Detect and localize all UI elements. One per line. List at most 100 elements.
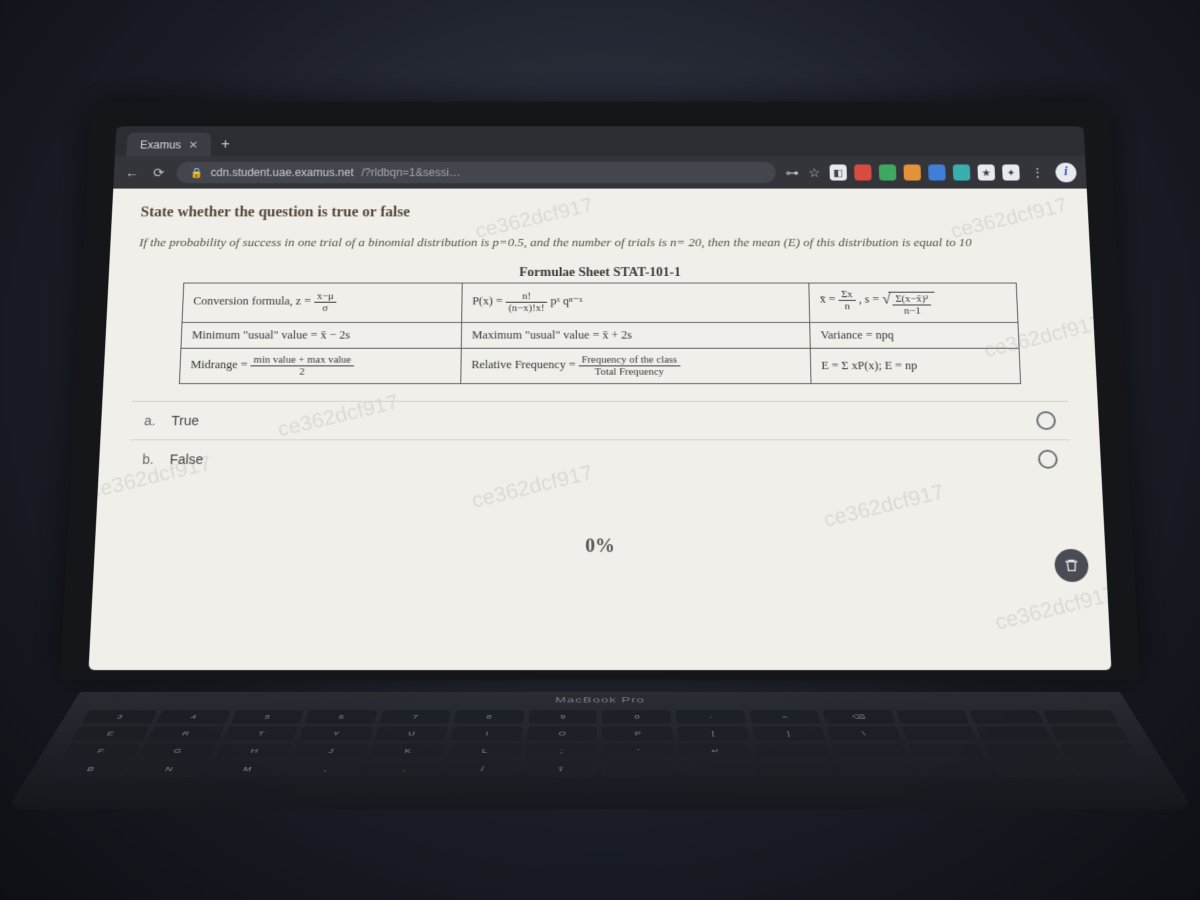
key-icon[interactable]: ⊶	[785, 165, 799, 180]
key: U	[375, 727, 448, 741]
url-path: /?rldbqn=1&sessi…	[361, 166, 460, 178]
key: 8	[454, 710, 524, 723]
formula-sheet-title: Formulae Sheet STAT-101-1	[137, 266, 1062, 281]
formula-cell: P(x) = n!(n−x)!x! pˣ qⁿ⁻ˣ	[462, 283, 810, 322]
key: '	[603, 744, 675, 758]
key: ,	[287, 762, 364, 777]
key: O	[527, 727, 598, 741]
reload-icon[interactable]: ⟳	[150, 165, 168, 180]
ext-icon[interactable]	[854, 164, 872, 180]
close-tab-icon[interactable]: ✕	[188, 139, 198, 151]
key: F	[61, 744, 140, 758]
star-icon[interactable]: ☆	[808, 165, 820, 180]
key: R	[147, 727, 224, 741]
key	[1069, 762, 1150, 777]
key	[896, 710, 970, 723]
key: 9	[528, 710, 597, 723]
formula-cell: Minimum "usual" value = x̄ − 2s	[181, 322, 462, 348]
key	[680, 762, 755, 777]
key: ]	[752, 727, 825, 741]
trash-button[interactable]	[1054, 549, 1089, 582]
ext-icon[interactable]: ◧	[829, 164, 846, 180]
formula-cell: Maximum "usual" value = x̄ + 2s	[461, 322, 810, 348]
key	[902, 727, 977, 741]
formula-sheet-table: Conversion formula, z = x−μσ P(x) = n!(n…	[179, 283, 1021, 384]
lock-icon: 🔒	[190, 167, 203, 179]
progress-percent: 0%	[124, 535, 1076, 557]
answer-option-b[interactable]: b. False	[128, 439, 1072, 478]
key: 5	[230, 710, 304, 723]
answer-option-a[interactable]: a. True	[130, 401, 1071, 440]
key	[1051, 727, 1129, 741]
key	[603, 762, 677, 777]
key	[914, 762, 993, 777]
radio-icon[interactable]	[1038, 449, 1058, 468]
extension-row: ◧ ★ ✦	[829, 164, 1019, 180]
key: E	[71, 727, 149, 741]
ext-icon[interactable]: ✦	[1002, 164, 1020, 180]
option-key: b.	[142, 451, 170, 466]
option-key: a.	[144, 413, 172, 428]
key: [	[677, 727, 749, 741]
ext-icon[interactable]: ★	[977, 164, 995, 180]
key: 7	[379, 710, 451, 723]
key: ↵	[679, 744, 752, 758]
laptop-model-label: MacBook Pro	[72, 692, 1127, 704]
key	[991, 762, 1071, 777]
key: ⇧	[524, 762, 598, 777]
back-icon[interactable]: ←	[123, 165, 141, 179]
key: .	[366, 762, 442, 777]
key: G	[138, 744, 216, 758]
menu-icon[interactable]: ⋮	[1029, 165, 1047, 180]
key: J	[293, 744, 369, 758]
key: N	[129, 762, 209, 777]
key: P	[603, 727, 674, 741]
key: M	[208, 762, 287, 777]
option-text: True	[171, 413, 1037, 428]
ext-icon[interactable]	[953, 164, 971, 180]
key: 0	[603, 710, 672, 723]
formula-cell: Conversion formula, z = x−μσ	[182, 283, 462, 322]
url-actions: ⊶ ☆	[785, 165, 820, 180]
key: T	[223, 727, 298, 741]
key: 6	[305, 710, 378, 723]
key: -	[676, 710, 746, 723]
key	[976, 727, 1053, 741]
keyboard: MacBook Pro 34567890-=⌫ERTYUIOP[]\FGHJKL…	[7, 692, 1193, 810]
tab-title: Examus	[140, 139, 182, 151]
ext-icon[interactable]	[903, 164, 921, 180]
key: K	[370, 744, 445, 758]
new-tab-button[interactable]: +	[211, 133, 240, 156]
key: B	[50, 762, 131, 777]
formula-cell: E = Σ xP(x); E = np	[811, 348, 1021, 383]
key	[1060, 744, 1139, 758]
key: /	[445, 762, 520, 777]
laptop-frame: Examus ✕ + ← ⟳ 🔒 cdn.student.uae.examus.…	[60, 102, 1140, 680]
screen: Examus ✕ + ← ⟳ 🔒 cdn.student.uae.examus.…	[89, 126, 1112, 670]
key	[831, 744, 907, 758]
radio-icon[interactable]	[1036, 411, 1056, 430]
question-text: If the probability of success in one tri…	[139, 234, 1062, 252]
key	[836, 762, 913, 777]
formula-cell: Relative Frequency = Frequency of the cl…	[461, 348, 811, 383]
ext-icon[interactable]	[928, 164, 946, 180]
key: \	[827, 727, 901, 741]
key: 3	[81, 710, 157, 723]
key: =	[749, 710, 821, 723]
info-badge-icon[interactable]: i	[1055, 163, 1077, 183]
watermark: ce362dcf917	[992, 581, 1112, 635]
key	[755, 744, 830, 758]
key: Y	[299, 727, 373, 741]
browser-tab[interactable]: Examus ✕	[126, 133, 212, 157]
browser-tabbar: Examus ✕ +	[115, 126, 1085, 156]
key: 4	[156, 710, 231, 723]
ext-icon[interactable]	[879, 164, 897, 180]
keyboard-keys: 34567890-=⌫ERTYUIOP[]\FGHJKL;'↵BNM,./⇧	[23, 704, 1176, 783]
question-instruction: State whether the question is true or fa…	[140, 205, 1060, 221]
key: L	[448, 744, 521, 758]
key	[969, 710, 1044, 723]
url-field[interactable]: 🔒 cdn.student.uae.examus.net /?rldbqn=1&s…	[176, 162, 776, 183]
key: I	[451, 727, 523, 741]
key	[1043, 710, 1119, 723]
url-host: cdn.student.uae.examus.net	[210, 166, 354, 178]
